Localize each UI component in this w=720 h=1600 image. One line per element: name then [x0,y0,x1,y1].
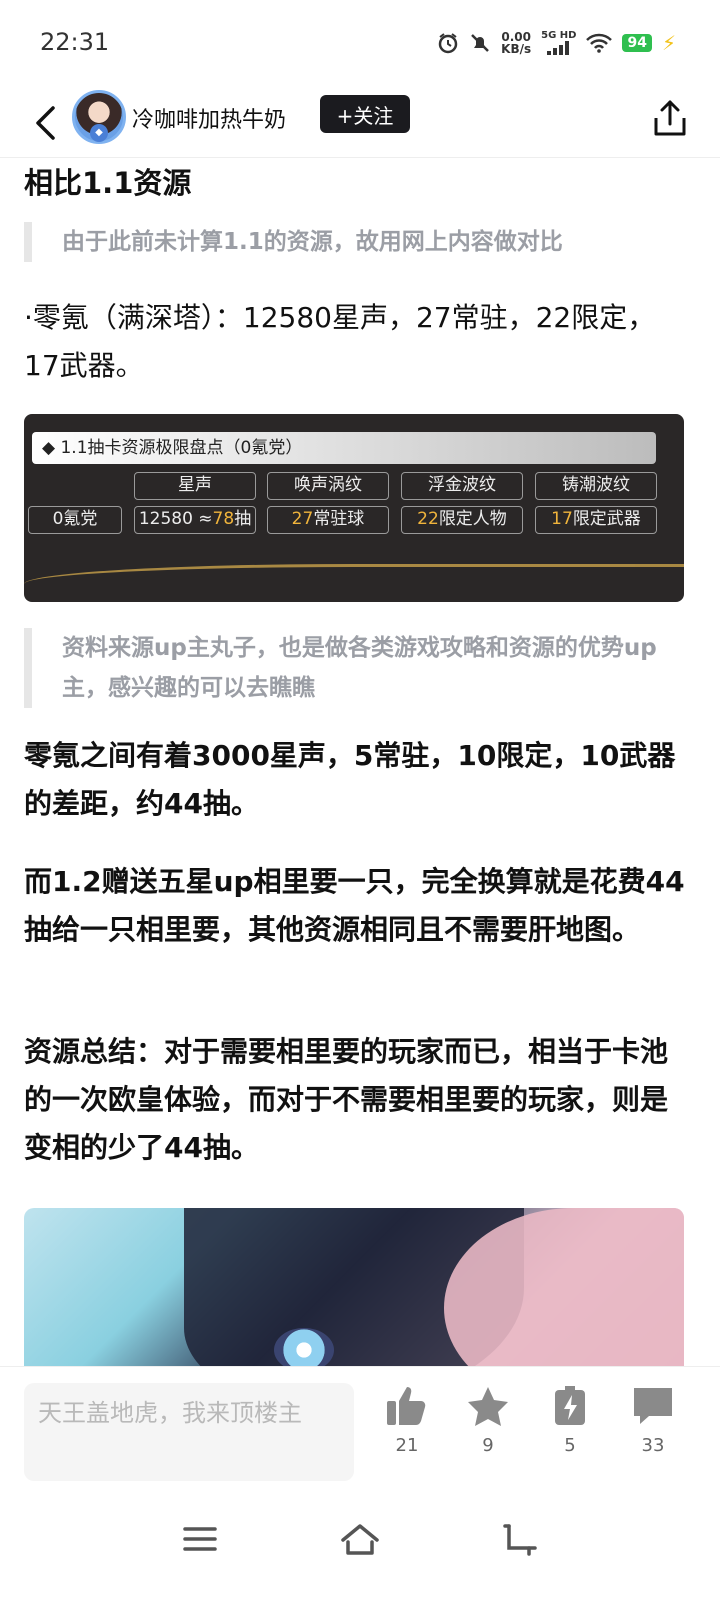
like-button[interactable]: 21 [372,1385,442,1456]
comment-input[interactable]: 天王盖地虎，我来顶楼主 [24,1383,354,1481]
charging-icon: ⚡ [661,30,676,55]
quote-block: 由于此前未计算1.1的资源，故用网上内容做对比 [24,222,664,262]
table-cell: 22限定人物 [401,506,523,534]
share-button[interactable] [648,96,692,140]
like-count: 21 [395,1435,419,1456]
network-type: 5G HD [541,30,577,41]
author-name[interactable]: 冷咖啡加热牛奶 [132,102,286,134]
cell-highlight: 78 [212,509,235,529]
article-content: 相比1.1资源 由于此前未计算1.1的资源，故用网上内容做对比 ·零氪（满深塔）… [0,158,720,1390]
status-icons: 0.00 KB/s 5G HD 94 ⚡ [437,30,676,55]
comment-button[interactable]: 33 [618,1385,688,1456]
table-header: 唤声涡纹 [267,472,389,500]
comment-bubble-icon [634,1388,672,1424]
decorative-swoosh [24,564,684,602]
charge-button[interactable]: 5 [535,1385,605,1456]
return-icon [503,1524,537,1556]
battery-charge-icon [555,1386,585,1425]
cell-suffix: 常驻球 [313,509,365,529]
star-count: 9 [482,1435,494,1456]
net-speed: 0.00 KB/s [501,31,531,55]
wifi-icon [586,33,613,53]
nav-back-button[interactable] [490,1514,550,1564]
post-header: ◆ 冷咖啡加热牛奶 +关注 [0,88,720,158]
mute-bell-icon [471,33,490,52]
resource-table-title: ◆ 1.1抽卡资源极限盘点（0氪党） [32,432,656,464]
follow-button[interactable]: +关注 [320,95,410,133]
battery-indicator: 94 [622,33,652,52]
article-image[interactable] [24,1208,684,1390]
bold-paragraph: 资源总结：对于需要相里要的玩家而已，相当于卡池的一次欧皇体验，而对于不需要相里要… [24,1035,669,1164]
net-speed-unit: KB/s [501,41,532,56]
section-heading: 相比1.1资源 [24,166,192,200]
status-bar: 22:31 0.00 KB/s 5G HD 94 ⚡ [0,0,720,88]
system-nav-bar [0,1494,720,1600]
nav-menu-button[interactable] [170,1514,230,1564]
cell-number: 12580 ≈ [138,509,213,529]
table-header: 浮金波纹 [401,472,523,500]
cell-highlight: 27 [291,509,314,529]
avatar-badge-icon: ◆ [90,124,108,142]
cell-suffix: 抽 [234,509,252,529]
table-cell: 17限定武器 [535,506,657,534]
charge-count: 5 [564,1435,576,1456]
cell-signal: 5G HD [541,30,576,55]
star-icon [468,1387,508,1426]
bold-paragraph: 而1.2赠送五星up相里要一只，完全换算就是花费44抽给一只相里要，其他资源相同… [24,865,685,946]
cell-highlight: 22 [417,509,439,529]
alarm-icon [438,32,458,53]
table-cell: 27常驻球 [267,506,389,534]
menu-icon [183,1527,217,1551]
table-header: 星声 [134,472,256,500]
back-button[interactable] [26,98,66,148]
thumbs-up-icon [387,1387,426,1425]
table-header: 铸潮波纹 [535,472,657,500]
comment-count: 33 [641,1435,665,1456]
quote-block: 资料来源up主丸子，也是做各类游戏攻略和资源的优势up主，感兴趣的可以去瞧瞧 [24,628,694,708]
net-speed-value: 0.00 [501,29,531,44]
favorite-button[interactable]: 9 [453,1385,523,1456]
signal-icon [546,41,569,55]
bottom-action-bar: 天王盖地虎，我来顶楼主 21 9 5 33 [0,1366,720,1494]
table-cell: 12580 ≈78抽 [134,506,256,534]
home-icon [341,1524,379,1555]
paragraph: ·零氪（满深塔）：12580星声，27常驻，22限定，17武器。 [24,301,656,382]
cell-highlight: 17 [551,509,573,529]
status-time: 22:31 [40,28,110,56]
cell-suffix: 限定武器 [572,509,641,529]
bold-paragraph: 零氪之间有着3000星声，5常驻，10限定，10武器的差距，约44抽。 [24,739,676,820]
table-row-label: 0氪党 [28,506,122,534]
nav-home-button[interactable] [330,1514,390,1564]
resource-table-image[interactable]: ◆ 1.1抽卡资源极限盘点（0氪党） 星声 唤声涡纹 浮金波纹 铸潮波纹 0氪党… [24,414,684,602]
share-icon [654,100,686,136]
cell-suffix: 限定人物 [438,509,507,529]
back-arrow-icon [36,106,55,140]
